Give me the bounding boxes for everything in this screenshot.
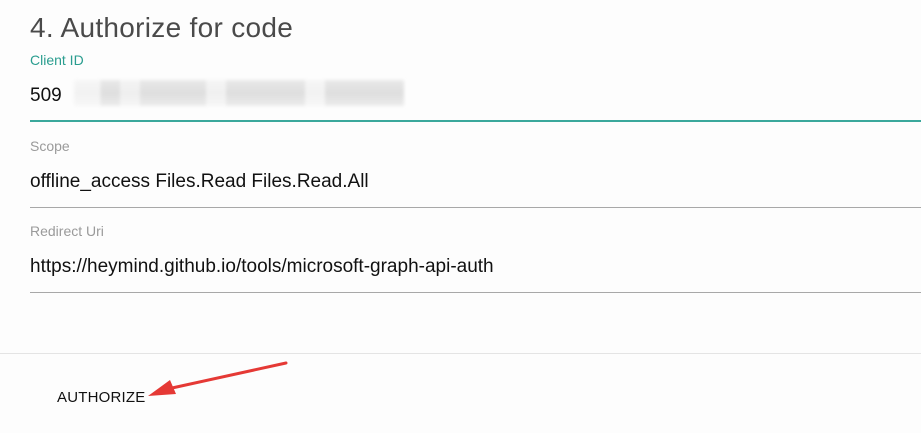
redirect-uri-label: Redirect Uri [30, 223, 104, 239]
client-id-label: Client ID [30, 52, 84, 68]
annotation-arrow-icon [148, 361, 288, 396]
authorize-button[interactable]: AUTHORIZE [50, 380, 152, 414]
section-title: 4. Authorize for code [30, 12, 294, 43]
redirect-uri-input[interactable]: https://heymind.github.io/tools/microsof… [30, 256, 494, 278]
scope-underline [30, 207, 921, 208]
scope-label: Scope [30, 138, 70, 154]
client-id-underline [30, 120, 921, 122]
client-id-input[interactable]: 509 [30, 85, 62, 107]
actions-divider [0, 353, 921, 354]
redirect-uri-field[interactable]: Redirect Uri https://heymind.github.io/t… [30, 223, 921, 295]
redirect-uri-underline [30, 292, 921, 293]
scope-input[interactable]: offline_access Files.Read Files.Read.All [30, 171, 369, 193]
redaction-mask [74, 80, 404, 106]
scope-field[interactable]: Scope offline_access Files.Read Files.Re… [30, 138, 921, 210]
client-id-field[interactable]: Client ID 509 [30, 52, 921, 124]
